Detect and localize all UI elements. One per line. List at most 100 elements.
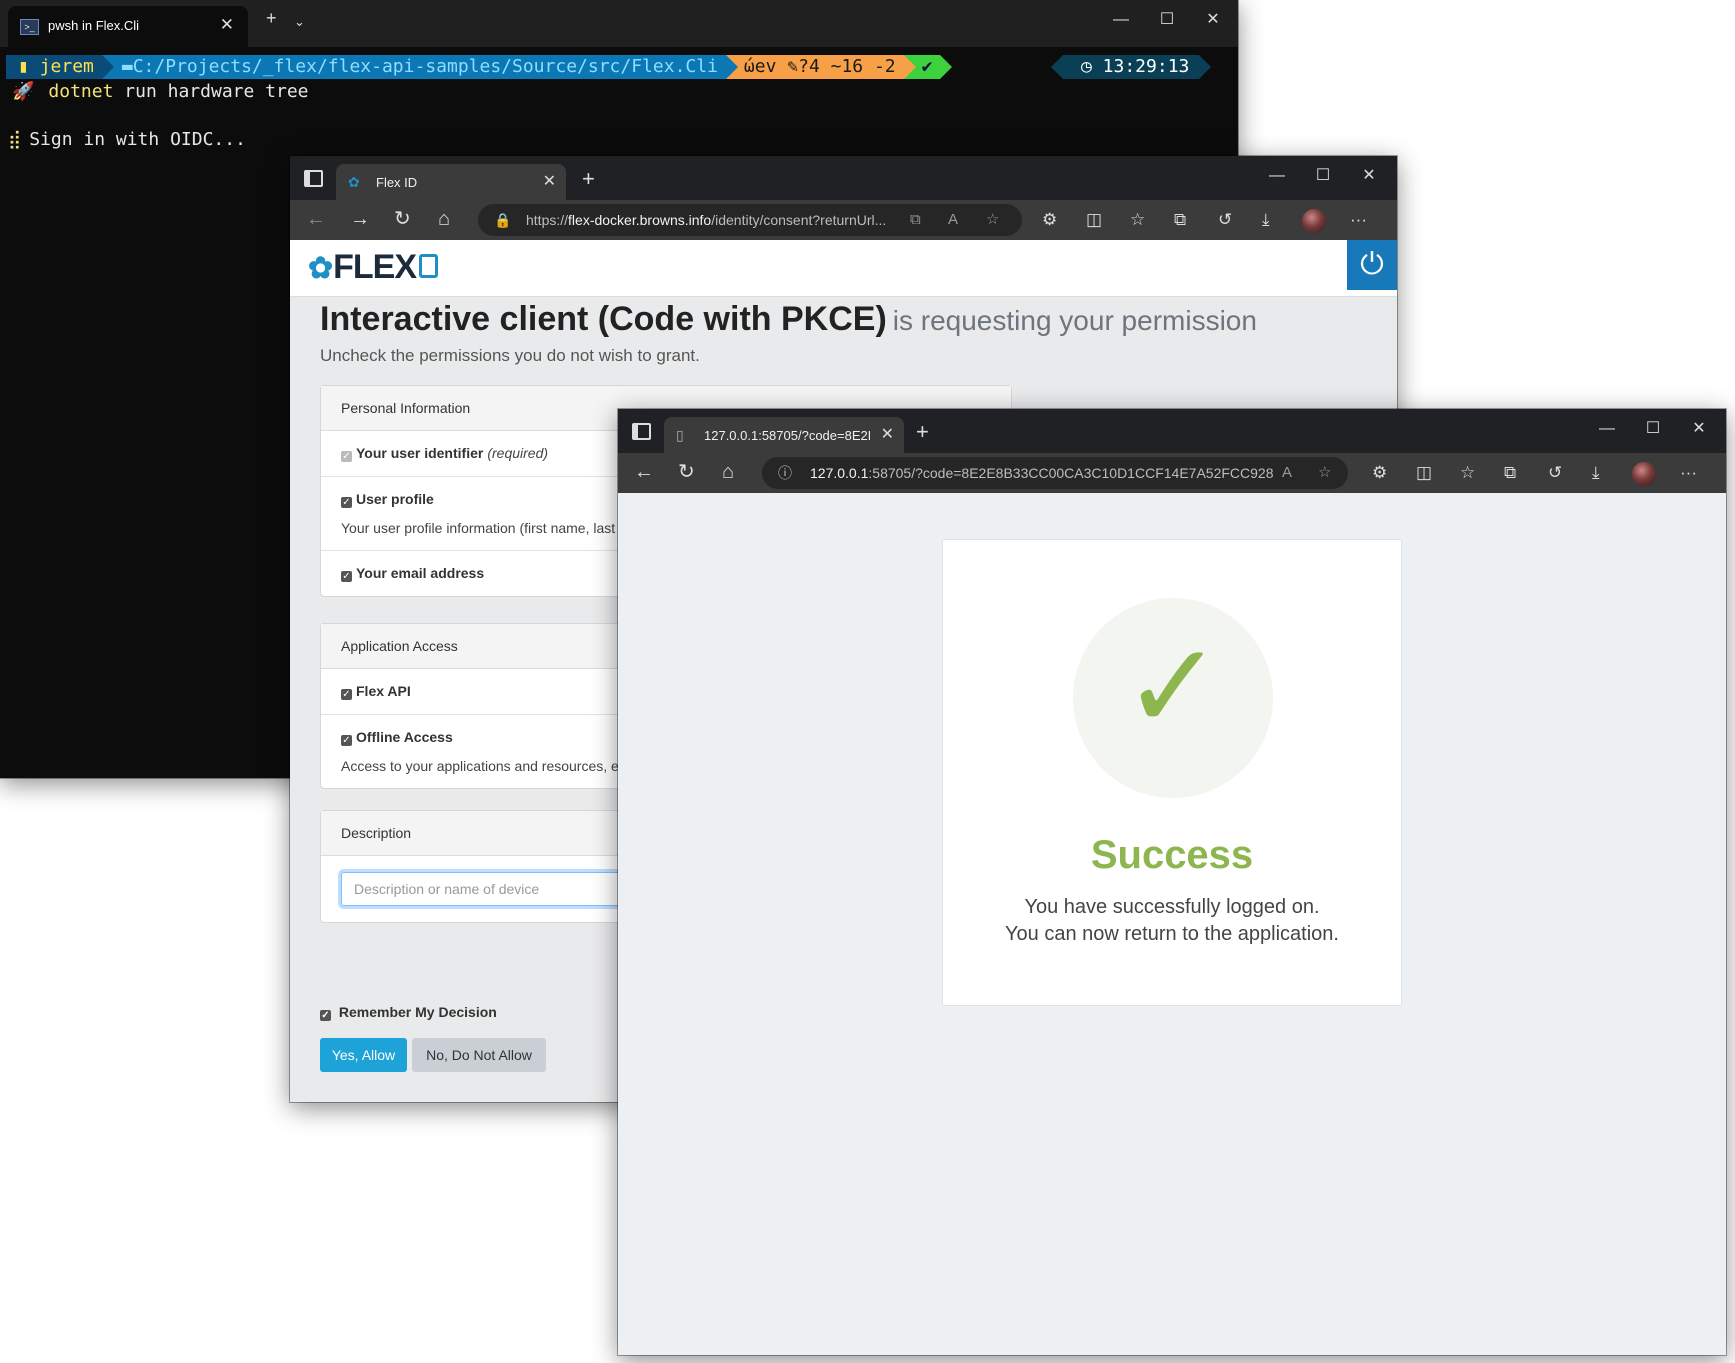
browser1-window-controls: — ☐ ✕ [1254, 156, 1392, 196]
terminal-titlebar: >_ pwsh in Flex.Cli ✕ + ⌄ — ☐ ✕ [0, 0, 1238, 47]
prompt-path: ▬C:/Projects/_flex/flex-api-samples/Sour… [101, 55, 738, 79]
close-tab-icon[interactable]: ✕ [881, 424, 894, 444]
rocket-icon: 🚀 [12, 81, 35, 102]
history-icon[interactable]: ↺ [1548, 462, 1562, 484]
consent-title: Interactive client (Code with PKCE) is re… [320, 300, 1257, 339]
terminal-tab-title: pwsh in Flex.Cli [48, 18, 140, 33]
close-button[interactable]: ✕ [1190, 0, 1236, 40]
close-button[interactable]: ✕ [1676, 409, 1722, 449]
read-aloud-icon[interactable]: A [1282, 457, 1292, 489]
profile-avatar[interactable] [1632, 462, 1656, 486]
tab-actions-icon[interactable] [304, 170, 323, 187]
checkbox-remember[interactable]: ✓ [320, 1010, 331, 1021]
tab-actions-icon[interactable] [632, 423, 651, 440]
home-icon[interactable]: ⌂ [722, 460, 734, 484]
minimize-button[interactable]: — [1254, 156, 1300, 196]
url-text: https://flex-docker.browns.info/identity… [526, 204, 898, 236]
history-icon[interactable]: ↺ [1218, 209, 1232, 231]
powershell-icon: >_ [20, 19, 39, 35]
no-do-not-allow-button[interactable]: No, Do Not Allow [412, 1038, 546, 1072]
collections-icon[interactable]: ⧉ [1174, 209, 1186, 231]
maximize-button[interactable]: ☐ [1144, 0, 1190, 40]
client-name: Interactive client (Code with PKCE) [320, 300, 887, 338]
browser2-tab[interactable]: ▯ 127.0.0.1:58705/?code=8E2E8B3 ✕ [664, 417, 904, 453]
yes-allow-button[interactable]: Yes, Allow [320, 1038, 407, 1072]
checkbox-flex-api[interactable]: ✓ [341, 689, 352, 700]
flex-favicon: ✿ [348, 174, 360, 190]
checkbox-email[interactable]: ✓ [341, 571, 352, 582]
open-in-app-icon[interactable]: ⧉ [910, 204, 921, 236]
collections-icon[interactable]: ⧉ [1504, 462, 1516, 484]
browser-window-localhost: ▯ 127.0.0.1:58705/?code=8E2E8B3 ✕ + — ☐ … [618, 409, 1726, 1355]
more-menu-icon[interactable]: ··· [1680, 462, 1697, 484]
address-bar[interactable]: ⓘ 127.0.0.1:58705/?code=8E2E8B33CC00CA3C… [762, 457, 1348, 489]
prompt-git: ώev ✎?4 ~16 -2 [725, 55, 916, 79]
terminal-window-controls: — ☐ ✕ [1098, 0, 1236, 40]
prompt-line: ▮ jerem ▬C:/Projects/_flex/flex-api-samp… [6, 55, 953, 79]
scope-label: Your email address [356, 565, 485, 581]
favorites-icon[interactable]: ☆ [1460, 462, 1475, 484]
more-menu-icon[interactable]: ··· [1350, 209, 1367, 231]
success-card: ✓ Success You have successfully logged o… [942, 539, 1402, 1006]
lock-icon: 🔒 [494, 212, 512, 228]
flex-logo[interactable]: ✿FLEX [308, 248, 439, 287]
command-exe: dotnet [48, 81, 114, 102]
browser2-tab-title: 127.0.0.1:58705/?code=8E2E8B3 [704, 428, 870, 443]
browser2-tabbar: ▯ 127.0.0.1:58705/?code=8E2E8B3 ✕ + — ☐ … [618, 409, 1726, 453]
profile-avatar[interactable] [1302, 209, 1326, 233]
power-icon[interactable]: ⏻ [1347, 240, 1397, 290]
home-icon[interactable]: ⌂ [438, 207, 450, 231]
split-screen-icon[interactable]: ◫ [1416, 462, 1432, 484]
url-path: /identity/consent?returnUrl... [711, 212, 887, 228]
checkbox-offline-access[interactable]: ✓ [341, 735, 352, 746]
success-check-badge: ✓ [1073, 598, 1273, 798]
split-screen-icon[interactable]: ◫ [1086, 209, 1102, 231]
output-line: ⣾ Sign in with OIDC... [8, 129, 246, 150]
new-tab-button[interactable]: + [582, 166, 595, 192]
minimize-button[interactable]: — [1098, 0, 1144, 40]
scope-label: User profile [356, 491, 434, 507]
refresh-icon[interactable]: ↻ [394, 207, 411, 231]
favorite-star-icon[interactable]: ☆ [986, 204, 999, 236]
output-text: Sign in with OIDC... [29, 129, 246, 150]
browser1-tab[interactable]: ✿ Flex ID ✕ [336, 164, 566, 200]
favorite-star-icon[interactable]: ☆ [1318, 457, 1331, 489]
maximize-button[interactable]: ☐ [1300, 156, 1346, 196]
terminal-tab[interactable]: >_ pwsh in Flex.Cli ✕ [8, 6, 248, 47]
checkbox-user-profile[interactable]: ✓ [341, 497, 352, 508]
flex-logo-icon: ✿ [308, 252, 333, 285]
favorites-icon[interactable]: ☆ [1130, 209, 1145, 231]
back-icon[interactable]: ← [306, 207, 326, 231]
close-tab-icon[interactable]: ✕ [543, 171, 556, 191]
tab-dropdown-icon[interactable]: ⌄ [294, 14, 305, 30]
scope-label: Your user identifier [356, 445, 484, 461]
downloads-icon[interactable]: ⤓ [1592, 462, 1600, 484]
back-icon[interactable]: ← [634, 460, 654, 484]
extensions-icon[interactable]: ⚙ [1372, 462, 1387, 484]
command-line: 🚀 dotnet run hardware tree [12, 81, 309, 102]
read-aloud-icon[interactable]: A [948, 204, 958, 236]
checkmark-icon: ✓ [1122, 618, 1224, 757]
address-bar[interactable]: 🔒 https://flex-docker.browns.info/identi… [478, 204, 1022, 236]
success-page: ✓ Success You have successfully logged o… [618, 493, 1726, 1355]
new-tab-button[interactable]: + [916, 419, 929, 445]
url-rest: :58705/?code=8E2E8B33CC00CA3C10D1CCF14E7… [868, 465, 1274, 481]
close-button[interactable]: ✕ [1346, 156, 1392, 196]
browser2-toolbar: ← ↻ ⌂ ⓘ 127.0.0.1:58705/?code=8E2E8B33CC… [618, 453, 1726, 493]
close-tab-icon[interactable]: ✕ [220, 15, 234, 35]
minimize-button[interactable]: — [1584, 409, 1630, 449]
prompt-user-text: jerem [39, 56, 94, 77]
refresh-icon[interactable]: ↻ [678, 460, 695, 484]
new-tab-button[interactable]: + [266, 8, 277, 29]
prompt-user: ▮ jerem [6, 55, 114, 79]
extensions-icon[interactable]: ⚙ [1042, 209, 1057, 231]
forward-icon[interactable]: → [350, 207, 370, 231]
downloads-icon[interactable]: ⤓ [1262, 209, 1270, 231]
browser2-window-controls: — ☐ ✕ [1584, 409, 1722, 449]
command-args: run hardware tree [113, 81, 309, 102]
flex-lock-icon [419, 254, 439, 278]
flex-header: ✿FLEX ⏻ [290, 240, 1397, 297]
page-favicon: ▯ [676, 427, 684, 443]
maximize-button[interactable]: ☐ [1630, 409, 1676, 449]
remember-decision[interactable]: ✓ Remember My Decision [320, 1004, 497, 1021]
